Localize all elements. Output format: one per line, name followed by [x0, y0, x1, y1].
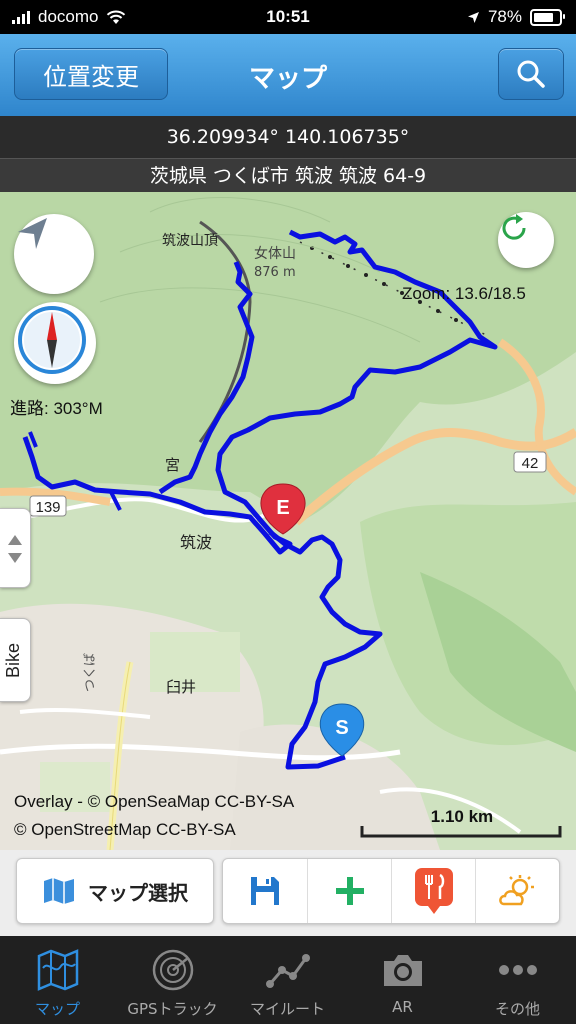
plus-icon: [336, 877, 364, 905]
search-button[interactable]: [498, 48, 564, 100]
restaurant-button[interactable]: [391, 859, 476, 923]
weather-button[interactable]: [475, 859, 560, 923]
up-down-arrows-icon: [8, 535, 22, 563]
route-42-shield: 42: [513, 451, 547, 473]
orientation-button[interactable]: [14, 214, 94, 294]
svg-text:E: E: [276, 497, 289, 519]
summit-elevation: 876 m: [254, 265, 296, 280]
route-139-shield: 139: [29, 495, 67, 517]
add-button[interactable]: [307, 859, 392, 923]
weather-icon: [499, 875, 534, 906]
battery-percent: 78%: [487, 7, 522, 26]
tab-ar[interactable]: AR: [345, 936, 460, 1024]
refresh-button[interactable]: [498, 212, 554, 268]
activity-mode-tab[interactable]: Bike: [0, 618, 31, 702]
tab-more[interactable]: その他: [460, 936, 575, 1024]
more-icon: [499, 965, 537, 975]
tab-bar: マップ GPSトラック マイルート AR その他: [0, 936, 576, 1024]
svg-text:1.10 km: 1.10 km: [431, 807, 493, 826]
page-title: マップ: [248, 64, 327, 94]
compass-button[interactable]: [14, 302, 96, 384]
map-icon: [37, 949, 79, 991]
summit-label-a: 筑波山頂: [162, 233, 218, 249]
map-select-label: マップ選択: [88, 880, 188, 905]
action-buttons-group: [222, 858, 560, 924]
tab-more-label: その他: [494, 1000, 540, 1018]
map-view[interactable]: 42 139 筑波山頂 女体山 876 m 宮 筑波 臼井 つくば E S 1.…: [0, 192, 576, 850]
coordinates-bar: 36.209934° 140.106735°: [0, 116, 576, 158]
search-icon: [517, 60, 545, 88]
attribution-overlay: Overlay - © OpenSeaMap CC-BY-SA: [14, 792, 295, 811]
restaurant-icon: [415, 868, 453, 914]
svg-text:S: S: [335, 717, 348, 739]
attribution-osm: © OpenStreetMap CC-BY-SA: [14, 820, 236, 839]
tab-gps-track-label: GPSトラック: [127, 1000, 218, 1018]
place-label-tsukuba: 筑波: [180, 533, 212, 552]
compass-icon: [18, 306, 86, 374]
zoom-level: Zoom: 13.6/18.5: [402, 284, 526, 303]
summit-label-b: 女体山: [254, 245, 296, 262]
tab-my-route-label: マイルート: [249, 1000, 325, 1018]
tab-map-label: マップ: [34, 1000, 80, 1018]
map-select-button[interactable]: マップ選択: [16, 858, 214, 924]
svg-text:139: 139: [35, 499, 60, 516]
route-icon: [266, 954, 310, 988]
location-arrow-icon: [467, 11, 479, 23]
map-icon: [44, 878, 74, 904]
heading-readout: 進路: 303°M: [10, 399, 103, 418]
refresh-icon: [502, 214, 526, 240]
tab-map[interactable]: マップ: [0, 936, 115, 1024]
tab-gps-track[interactable]: GPSトラック: [115, 936, 230, 1024]
radar-icon: [152, 949, 194, 991]
map-toolbar: マップ選択: [0, 850, 576, 936]
battery-icon: [530, 8, 565, 26]
status-bar: docomo 10:51 78%: [0, 0, 576, 34]
camera-icon: [384, 955, 422, 986]
svg-text:42: 42: [522, 455, 539, 472]
place-label-usui: 臼井: [166, 678, 196, 696]
place-label-miya: 宮: [165, 456, 180, 474]
nav-bar: 位置変更 マップ: [0, 34, 576, 116]
address-bar: 茨城県 つくば市 筑波 筑波 64-9: [0, 158, 576, 193]
road-label-tsukuba: つくば: [83, 653, 98, 692]
navigation-arrow-icon: [18, 218, 47, 249]
tab-my-route[interactable]: マイルート: [230, 936, 345, 1024]
save-button[interactable]: [223, 859, 307, 923]
floppy-disk-icon: [251, 877, 279, 905]
tab-ar-label: AR: [392, 998, 413, 1016]
zoom-stepper[interactable]: [0, 508, 31, 588]
activity-mode-label: Bike: [3, 642, 23, 678]
